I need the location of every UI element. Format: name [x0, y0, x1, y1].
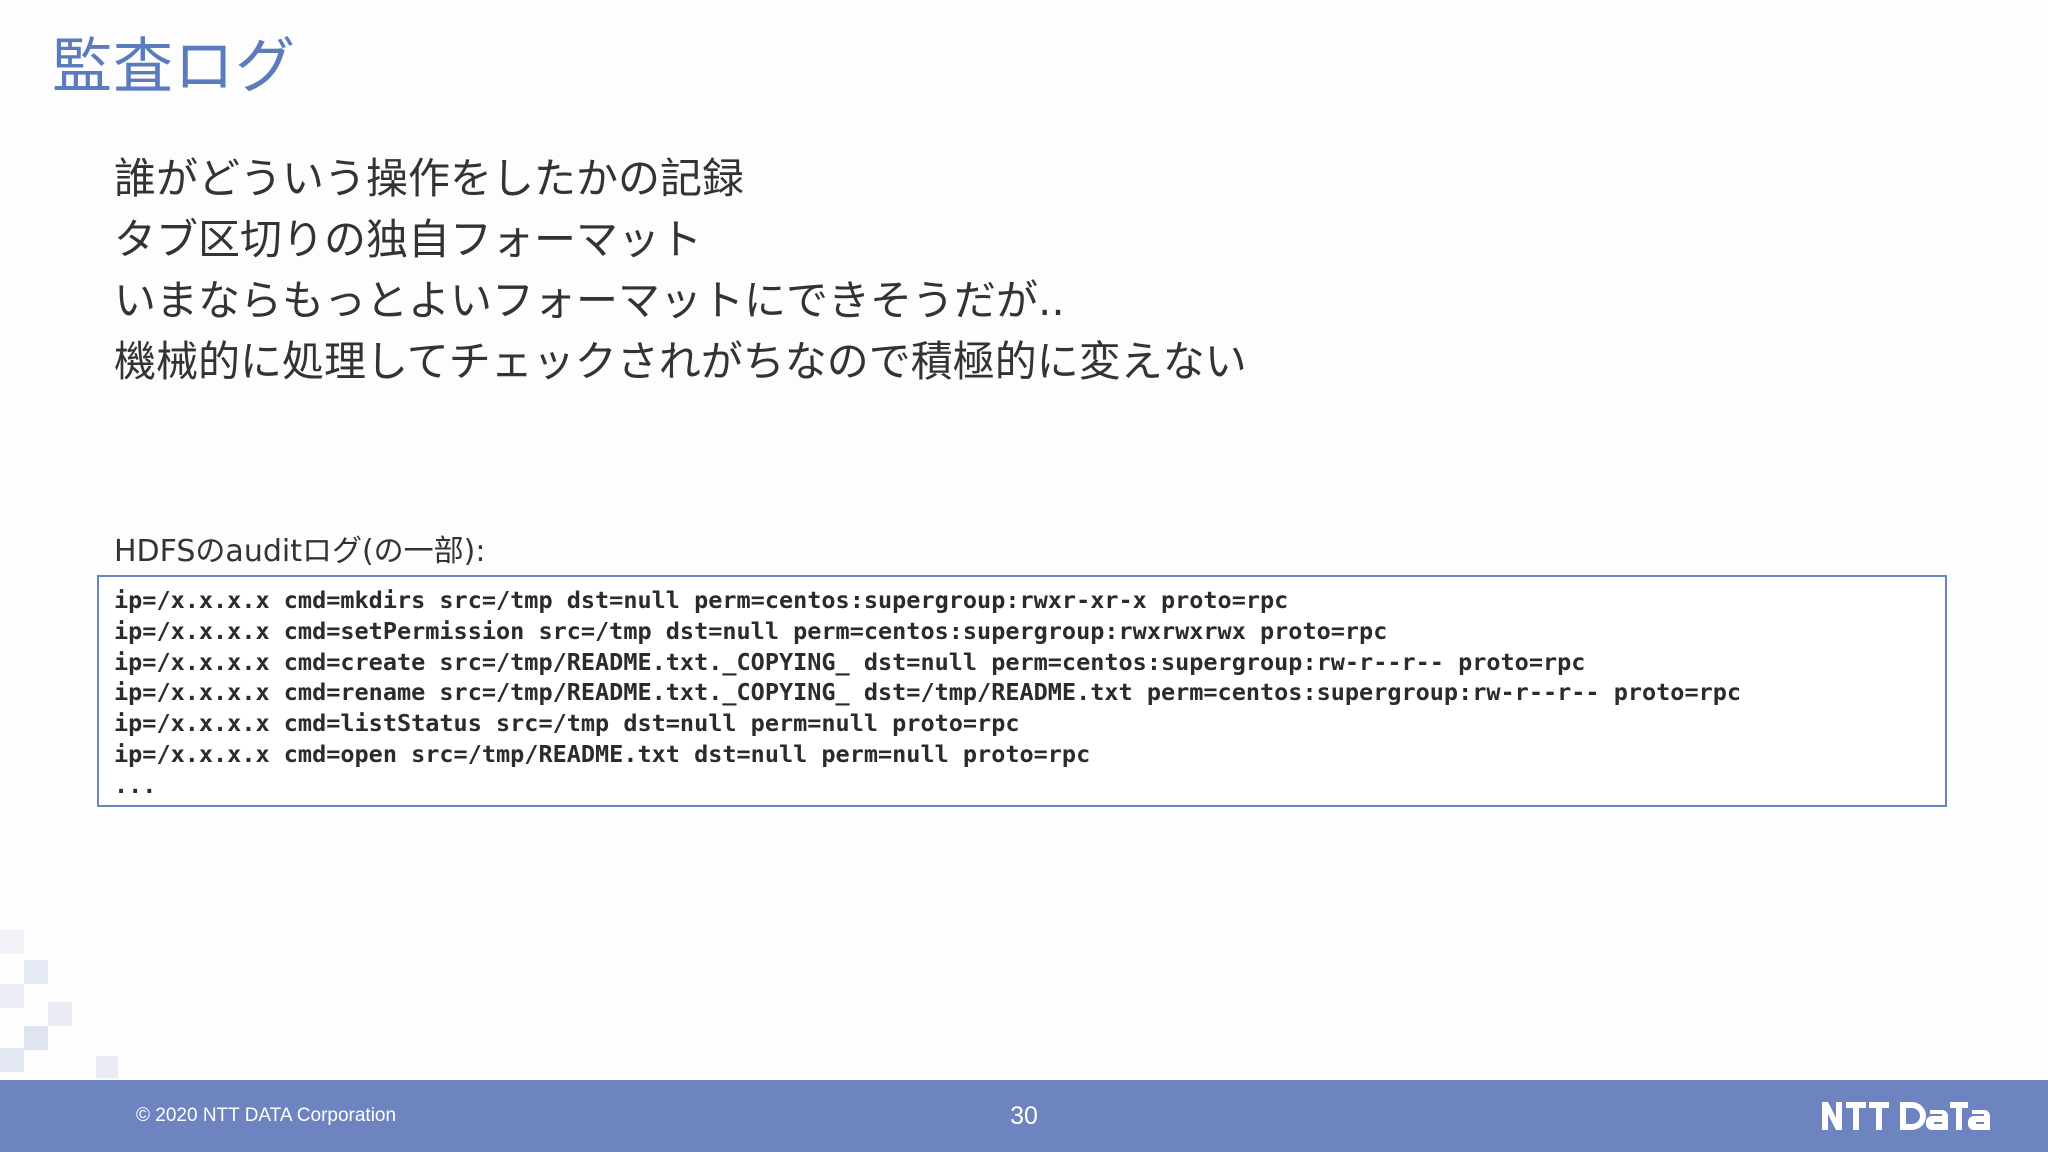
- page-number: 30: [1010, 1102, 1038, 1130]
- log-line: ip=/x.x.x.x cmd=setPermission src=/tmp d…: [114, 616, 1388, 645]
- log-line: ip=/x.x.x.x cmd=listStatus src=/tmp dst=…: [114, 709, 1020, 738]
- bullet-item: いまならもっとよいフォーマットにできそうだが..: [114, 276, 1065, 325]
- bullet-item: タブ区切りの独自フォーマット: [114, 215, 703, 264]
- bullet-item: 誰がどういう操作をしたかの記録: [114, 154, 745, 203]
- log-caption: HDFSのauditログ(の一部):: [114, 534, 486, 569]
- ntt-data-logo: [1822, 1102, 1990, 1130]
- bullet-list: 誰がどういう操作をしたかの記録 タブ区切りの独自フォーマット いまならもっとよい…: [114, 148, 1247, 392]
- log-line: ip=/x.x.x.x cmd=rename src=/tmp/README.t…: [114, 678, 1742, 707]
- log-line: ip=/x.x.x.x cmd=mkdirs src=/tmp dst=null…: [114, 586, 1289, 614]
- audit-log-box: ip=/x.x.x.x cmd=mkdirs src=/tmp dst=null…: [97, 575, 1947, 807]
- log-line-ellipsis: ...: [114, 770, 157, 799]
- log-line: ip=/x.x.x.x cmd=open src=/tmp/README.txt…: [114, 739, 1091, 768]
- footer-bar: © 2020 NTT DATA Corporation 30: [0, 1080, 2048, 1152]
- slide-title: 監査ログ: [52, 32, 296, 102]
- log-line: ip=/x.x.x.x cmd=create src=/tmp/README.t…: [114, 647, 1586, 676]
- bullet-item: 機械的に処理してチェックされがちなので積極的に変えない: [114, 337, 1247, 386]
